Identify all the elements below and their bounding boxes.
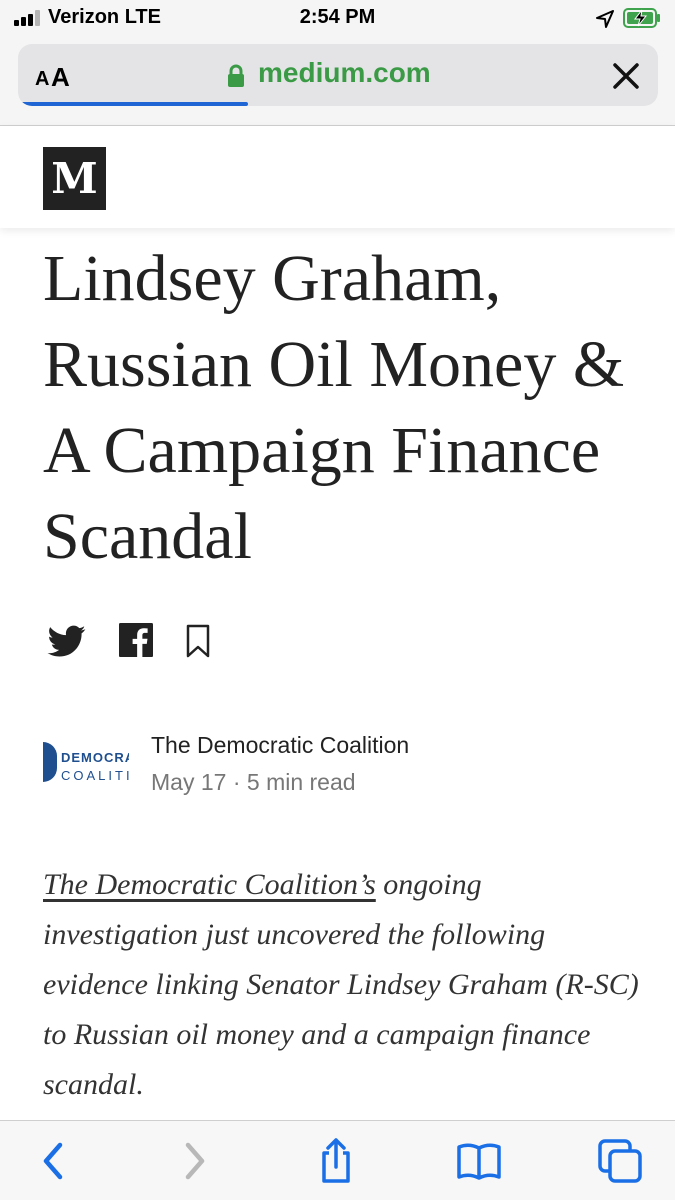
intro-link[interactable]: The Democratic Coalition’s: [43, 868, 376, 901]
bookmarks-icon[interactable]: [455, 1137, 503, 1185]
meta-separator: ·: [232, 769, 241, 795]
tabs-icon[interactable]: [596, 1137, 644, 1185]
address-bar[interactable]: A A medium.com: [18, 44, 658, 106]
aa-small-label: A: [35, 68, 50, 90]
reader-view-button[interactable]: A A: [32, 58, 82, 92]
facebook-icon[interactable]: [119, 623, 153, 657]
avatar-logo-mark: [43, 742, 57, 782]
author-block: DEMOCRA COALITI The Democratic Coalition…: [43, 726, 643, 806]
article-intro: The Democratic Coalition’s ongoing inves…: [43, 860, 643, 1110]
status-bar: Verizon LTE 2:54 PM: [0, 0, 675, 36]
page-load-progress: [18, 102, 249, 106]
share-icon[interactable]: [312, 1137, 360, 1185]
read-time: 5 min read: [246, 769, 356, 795]
site-header: M: [0, 126, 675, 228]
share-bar: [43, 620, 243, 664]
author-avatar[interactable]: DEMOCRA COALITI: [43, 736, 129, 792]
intro-text: ongoing investigation just uncovered the…: [43, 868, 639, 1101]
post-meta: May 17 · 5 min read: [151, 769, 356, 796]
article-title: Lindsey Graham, Russian Oil Money & A Ca…: [43, 242, 625, 573]
bookmark-icon[interactable]: [185, 624, 211, 658]
location-icon: [596, 10, 614, 28]
avatar-text-line1: DEMOCRA: [61, 750, 129, 765]
status-time: 2:54 PM: [299, 6, 376, 28]
lock-icon: [228, 64, 244, 87]
battery-charging-icon: [623, 8, 660, 28]
twitter-icon[interactable]: [46, 622, 88, 660]
url-text[interactable]: medium.com: [258, 57, 431, 89]
close-icon[interactable]: [608, 58, 644, 94]
browser-address-area: A A medium.com: [0, 36, 675, 126]
author-name[interactable]: The Democratic Coalition: [151, 732, 409, 759]
medium-logo[interactable]: M: [43, 147, 106, 210]
back-icon[interactable]: [30, 1137, 78, 1185]
post-date: May 17: [151, 769, 227, 795]
aa-large-label: A: [51, 62, 70, 92]
avatar-text-line2: COALITI: [61, 768, 129, 783]
forward-icon[interactable]: [170, 1137, 218, 1185]
browser-toolbar: [0, 1120, 675, 1200]
